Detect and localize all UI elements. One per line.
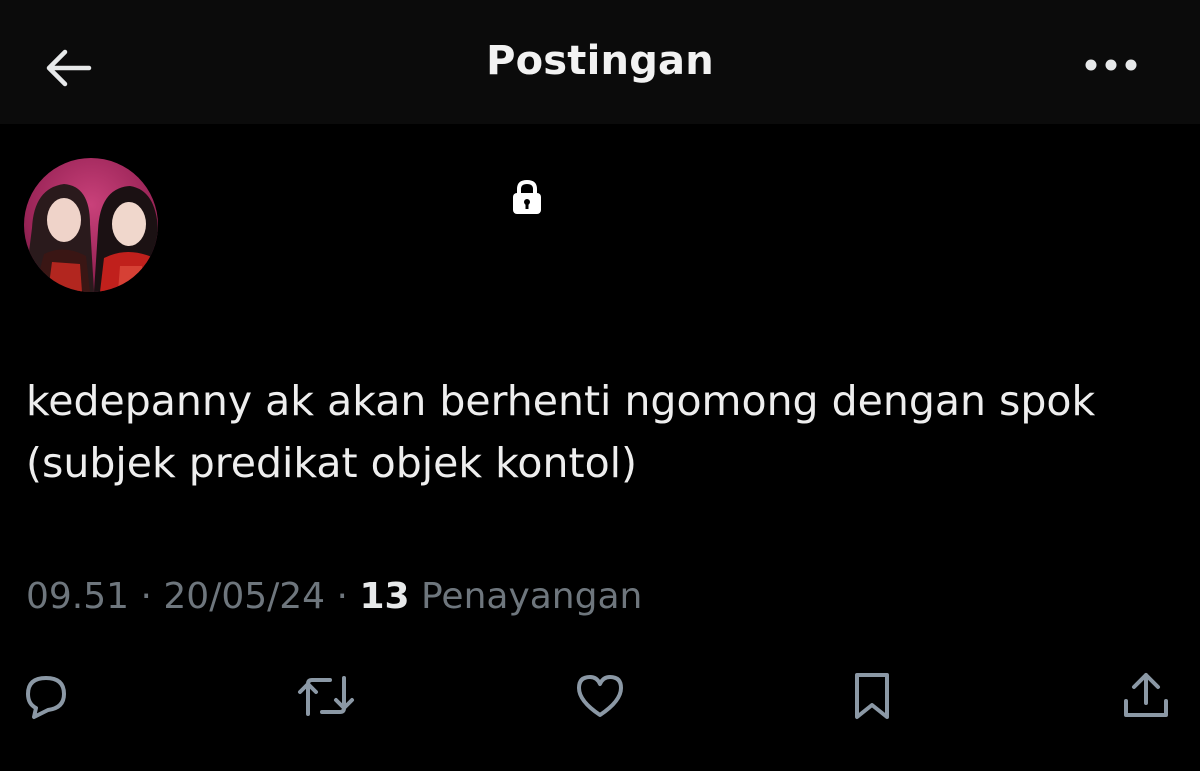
repost-button[interactable] — [296, 666, 356, 726]
views-label[interactable]: Penayangan — [410, 576, 642, 617]
reply-button[interactable] — [16, 666, 76, 726]
separator: · — [129, 576, 164, 617]
more-horizontal-icon — [1085, 59, 1137, 71]
views-count[interactable]: 13 — [359, 576, 409, 617]
heart-icon — [577, 675, 623, 717]
reply-icon — [26, 676, 66, 719]
bookmark-button[interactable] — [842, 666, 902, 726]
more-options-button[interactable] — [1078, 40, 1144, 90]
repost-icon — [298, 676, 354, 716]
lock-icon — [513, 179, 541, 214]
share-button[interactable] — [1116, 666, 1176, 726]
tweet-date[interactable]: 20/05/24 — [163, 576, 325, 617]
profile-photo — [24, 158, 158, 292]
tweet-time[interactable]: 09.51 — [26, 576, 129, 617]
separator: · — [325, 576, 360, 617]
like-button[interactable] — [570, 666, 630, 726]
tweet-meta: 09.51 · 20/05/24 · 13 Penayangan — [26, 576, 642, 617]
avatar[interactable] — [24, 158, 158, 292]
share-icon — [1124, 673, 1168, 717]
tweet-text: kedepanny ak akan berhenti ngomong denga… — [26, 377, 1096, 487]
top-bar: Postingan — [0, 0, 1200, 124]
page-title: Postingan — [486, 38, 714, 84]
bookmark-icon — [855, 673, 889, 719]
action-bar — [0, 660, 1200, 730]
